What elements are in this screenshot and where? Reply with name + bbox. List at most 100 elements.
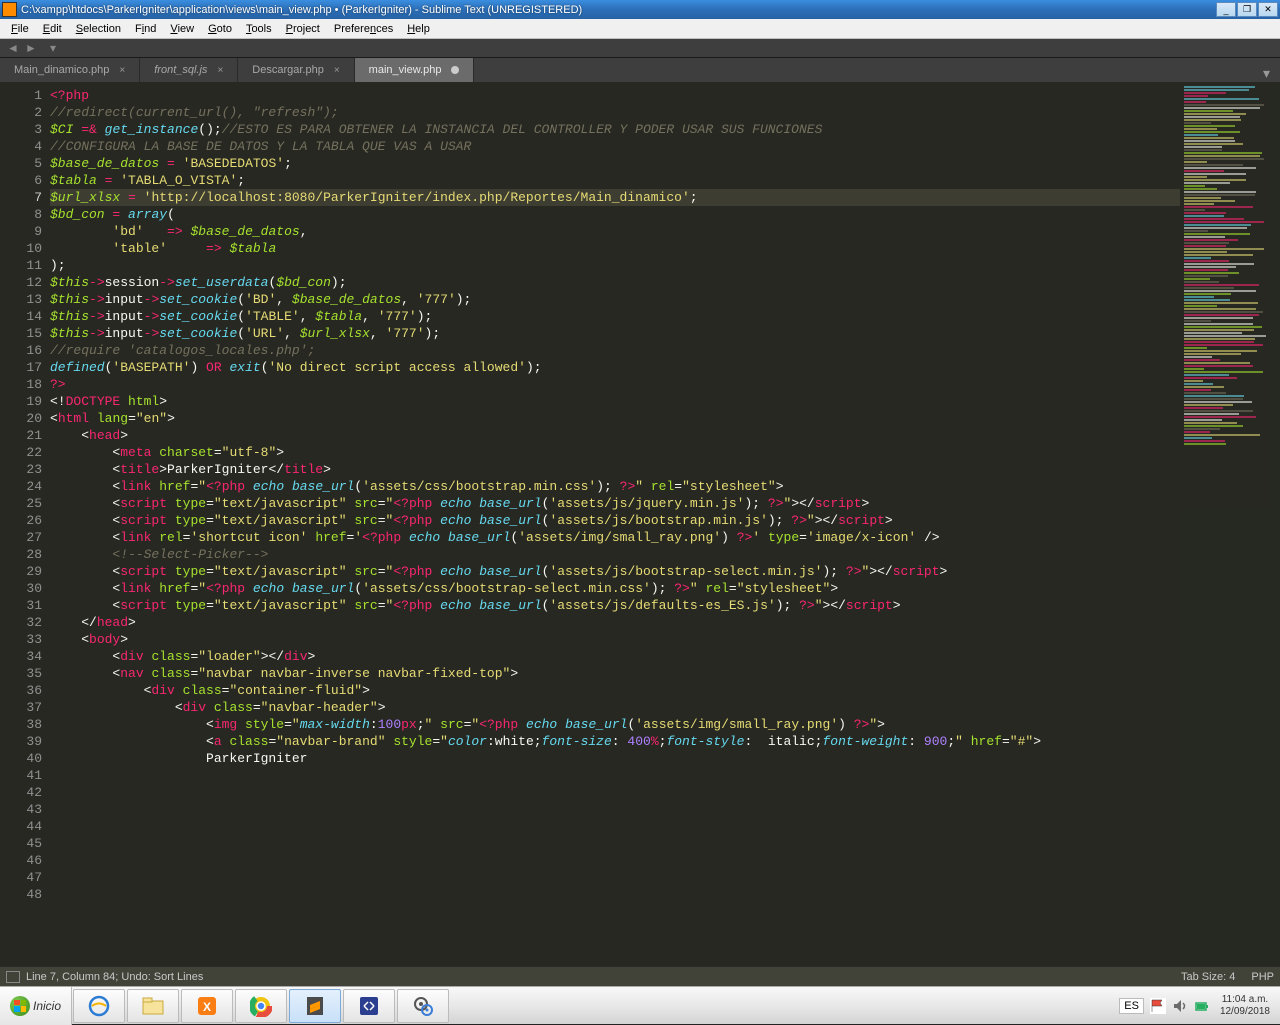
code-line[interactable]: 'bd' => $base_de_datos, <box>50 223 1180 240</box>
line-number[interactable]: 3 <box>0 121 42 138</box>
code-line[interactable]: //redirect(current_url(), "refresh"); <box>50 104 1180 121</box>
line-number[interactable]: 13 <box>0 291 42 308</box>
line-number[interactable]: 16 <box>0 342 42 359</box>
line-number[interactable]: 4 <box>0 138 42 155</box>
tab-main_view-php[interactable]: main_view.php <box>355 58 475 82</box>
line-number[interactable]: 45 <box>0 835 42 852</box>
menu-goto[interactable]: Goto <box>201 21 239 37</box>
line-number[interactable]: 19 <box>0 393 42 410</box>
line-number[interactable]: 1 <box>0 87 42 104</box>
status-tabsize[interactable]: Tab Size: 4 <box>1181 971 1235 983</box>
line-number[interactable]: 17 <box>0 359 42 376</box>
code-line[interactable]: <title>ParkerIgniter</title> <box>50 461 1180 478</box>
close-tab-icon[interactable]: × <box>217 65 223 76</box>
line-number[interactable]: 40 <box>0 750 42 767</box>
line-number[interactable]: 24 <box>0 478 42 495</box>
line-number[interactable]: 2 <box>0 104 42 121</box>
code-line[interactable]: <div class="loader"></div> <box>50 648 1180 665</box>
line-number[interactable]: 41 <box>0 767 42 784</box>
close-tab-icon[interactable]: × <box>119 65 125 76</box>
status-language[interactable]: PHP <box>1251 971 1274 983</box>
code-line[interactable]: $bd_con = array( <box>50 206 1180 223</box>
code-line[interactable]: <!--Select-Picker--> <box>50 546 1180 563</box>
line-number[interactable]: 47 <box>0 869 42 886</box>
line-number[interactable]: 32 <box>0 614 42 631</box>
tab-main_dinamico-php[interactable]: Main_dinamico.php× <box>0 58 140 82</box>
minimize-button[interactable]: _ <box>1216 2 1236 17</box>
line-number[interactable]: 39 <box>0 733 42 750</box>
close-tab-icon[interactable]: × <box>334 65 340 76</box>
nav-dropdown-icon[interactable]: ▾ <box>44 40 62 56</box>
menu-tools[interactable]: Tools <box>239 21 279 37</box>
line-number[interactable]: 26 <box>0 512 42 529</box>
sidebar-toggle-icon[interactable] <box>6 971 20 983</box>
line-number[interactable]: 30 <box>0 580 42 597</box>
maximize-button[interactable]: ❐ <box>1237 2 1257 17</box>
tab-front_sql-js[interactable]: front_sql.js× <box>140 58 238 82</box>
code-line[interactable]: </head> <box>50 614 1180 631</box>
line-number[interactable]: 6 <box>0 172 42 189</box>
code-line[interactable]: <div class="navbar-header"> <box>50 699 1180 716</box>
minimap[interactable] <box>1180 82 1280 966</box>
tray-volume-icon[interactable] <box>1172 998 1188 1014</box>
line-number[interactable]: 11 <box>0 257 42 274</box>
menu-view[interactable]: View <box>163 21 201 37</box>
line-number[interactable]: 48 <box>0 886 42 903</box>
code-line[interactable]: <div class="container-fluid"> <box>50 682 1180 699</box>
line-number[interactable]: 15 <box>0 325 42 342</box>
line-number[interactable]: 9 <box>0 223 42 240</box>
code-line[interactable]: ); <box>50 257 1180 274</box>
code-line[interactable]: <a class="navbar-brand" style="color:whi… <box>50 733 1180 750</box>
line-number[interactable]: 27 <box>0 529 42 546</box>
code-line[interactable]: <nav class="navbar navbar-inverse navbar… <box>50 665 1180 682</box>
code-line[interactable]: <script type="text/javascript" src="<?ph… <box>50 495 1180 512</box>
menu-selection[interactable]: Selection <box>69 21 128 37</box>
nav-back-icon[interactable]: ◄ <box>4 40 22 56</box>
start-button[interactable]: Inicio <box>0 987 72 1025</box>
line-number[interactable]: 5 <box>0 155 42 172</box>
line-number[interactable]: 46 <box>0 852 42 869</box>
tray-language[interactable]: ES <box>1119 998 1144 1014</box>
code-line[interactable]: //require 'catalogos_locales.php'; <box>50 342 1180 359</box>
code-line[interactable]: defined('BASEPATH') OR exit('No direct s… <box>50 359 1180 376</box>
task-explorer[interactable] <box>127 989 179 1023</box>
line-number[interactable]: 25 <box>0 495 42 512</box>
task-xampp[interactable]: X <box>181 989 233 1023</box>
line-number[interactable]: 22 <box>0 444 42 461</box>
code-line[interactable]: $this->input->set_cookie('BD', $base_de_… <box>50 291 1180 308</box>
line-number[interactable]: 10 <box>0 240 42 257</box>
menu-edit[interactable]: Edit <box>36 21 69 37</box>
code-line[interactable]: <link href="<?php echo base_url('assets/… <box>50 580 1180 597</box>
code-line[interactable]: $this->input->set_cookie('TABLE', $tabla… <box>50 308 1180 325</box>
tabs-overflow-icon[interactable]: ▾ <box>1263 65 1270 82</box>
code-line[interactable]: <meta charset="utf-8"> <box>50 444 1180 461</box>
menu-file[interactable]: File <box>4 21 36 37</box>
code-line[interactable]: ParkerIgniter <box>50 750 1180 767</box>
task-services[interactable] <box>397 989 449 1023</box>
line-number[interactable]: 21 <box>0 427 42 444</box>
code-line[interactable]: $this->input->set_cookie('URL', $url_xls… <box>50 325 1180 342</box>
code-line[interactable]: $this->session->set_userdata($bd_con); <box>50 274 1180 291</box>
code-line[interactable]: $tabla = 'TABLA_O_VISTA'; <box>50 172 1180 189</box>
task-devtools[interactable] <box>343 989 395 1023</box>
line-number[interactable]: 42 <box>0 784 42 801</box>
line-number[interactable]: 34 <box>0 648 42 665</box>
code-line[interactable]: <?php <box>50 87 1180 104</box>
code-line[interactable]: <script type="text/javascript" src="<?ph… <box>50 597 1180 614</box>
tab-descargar-php[interactable]: Descargar.php× <box>238 58 354 82</box>
menu-help[interactable]: Help <box>400 21 437 37</box>
line-number[interactable]: 7 <box>0 189 42 206</box>
line-number[interactable]: 31 <box>0 597 42 614</box>
line-number[interactable]: 43 <box>0 801 42 818</box>
line-number[interactable]: 18 <box>0 376 42 393</box>
menu-preferences[interactable]: Preferences <box>327 21 400 37</box>
code-line[interactable]: <body> <box>50 631 1180 648</box>
line-number[interactable]: 8 <box>0 206 42 223</box>
close-button[interactable]: ✕ <box>1258 2 1278 17</box>
task-sublime[interactable] <box>289 989 341 1023</box>
menu-project[interactable]: Project <box>279 21 327 37</box>
code-line[interactable]: <link href="<?php echo base_url('assets/… <box>50 478 1180 495</box>
code-line[interactable]: $CI =& get_instance();//ESTO ES PARA OBT… <box>50 121 1180 138</box>
tray-flag-icon[interactable] <box>1150 998 1166 1014</box>
line-number[interactable]: 29 <box>0 563 42 580</box>
